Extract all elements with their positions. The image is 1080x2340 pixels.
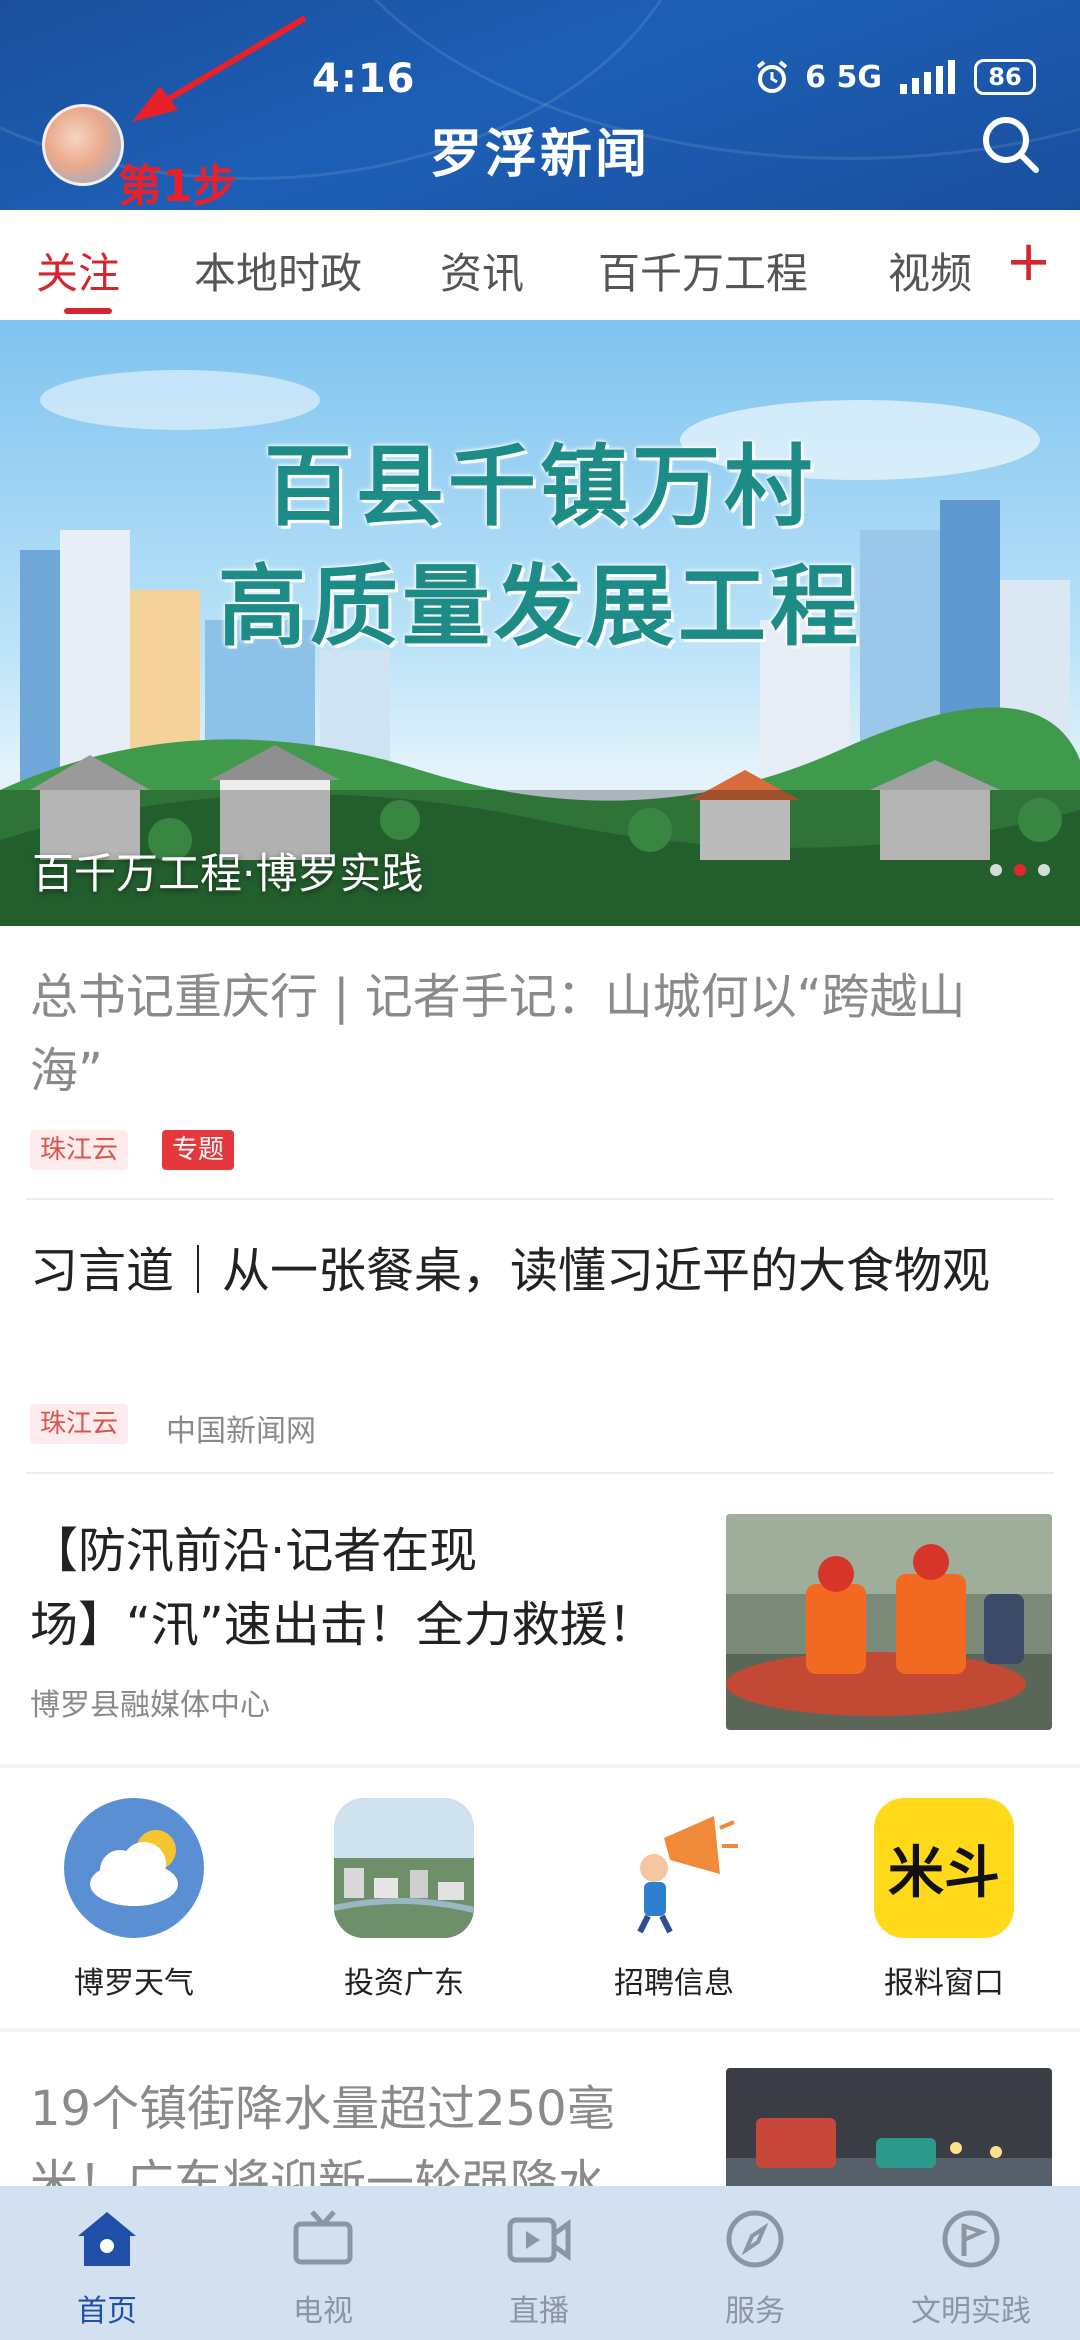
news-title[interactable]: 【防汛前沿·记者在现场】“汛”速出击！全力救援！ [30, 1514, 670, 1662]
search-icon[interactable] [978, 112, 1042, 176]
news-item[interactable]: 总书记重庆行 | 记者手记：山城何以“跨越山海” 珠江云 专题 [0, 926, 1080, 1200]
banner-subheadline: 高质量发展工程 [217, 555, 862, 658]
carousel-dots [990, 864, 1050, 876]
carousel-dot[interactable] [990, 864, 1002, 876]
service-report[interactable]: 米斗 报料窗口 [844, 1798, 1044, 2002]
battery-indicator: 86 [974, 59, 1036, 95]
nav-civilization[interactable]: 文明实践 [896, 2204, 1046, 2330]
carousel-dot[interactable] [1038, 864, 1050, 876]
status-time: 4:16 [312, 56, 416, 102]
app-header: 4:16 6 5G 86 第1步 罗浮新闻 [0, 0, 1080, 210]
status-icons: 6 5G 86 [753, 58, 1036, 96]
news-item[interactable]: 【防汛前沿·记者在现场】“汛”速出击！全力救援！ 博罗县融媒体中心 [0, 1474, 1080, 1764]
tab-project[interactable]: 百千万工程 [598, 240, 808, 301]
nav-service[interactable]: 服务 [680, 2204, 830, 2330]
service-weather[interactable]: 博罗天气 [34, 1798, 234, 2002]
news-item[interactable]: 19个镇街降水量超过250毫米！广东将迎新一轮强降水 [0, 2032, 1080, 2186]
weather-icon [64, 1798, 204, 1938]
service-invest[interactable]: 投资广东 [304, 1798, 504, 2002]
nav-label: 服务 [725, 2294, 785, 2329]
megaphone-icon [604, 1798, 744, 1938]
city-aerial-icon [334, 1798, 474, 1938]
service-label: 报料窗口 [884, 1966, 1004, 2001]
tab-local-politics[interactable]: 本地时政 [194, 240, 362, 301]
service-shortcuts: 博罗天气 投资广东 招聘信息 米斗 报料窗口 [0, 1768, 1080, 2028]
tv-icon [293, 2210, 353, 2265]
special-tag: 专题 [162, 1130, 235, 1170]
nav-label: 电视 [293, 2294, 353, 2329]
nav-label: 首页 [77, 2294, 137, 2329]
banner-headline: 百县千镇万村 [263, 435, 816, 538]
source-tag: 珠江云 [30, 1130, 129, 1170]
service-label: 招聘信息 [614, 1966, 734, 2001]
bottom-navigation: 首页 电视 直播 服务 文明实践 [0, 2186, 1080, 2340]
nav-label: 直播 [509, 2294, 569, 2329]
publisher: 中国新闻网 [166, 1414, 316, 1449]
home-icon [78, 2212, 136, 2266]
news-thumbnail-rain[interactable] [726, 2068, 1052, 2186]
banner-caption: 百千万工程·博罗实践 [32, 849, 424, 898]
news-item[interactable]: 习言道｜从一张餐桌，读懂习近平的大食物观 珠江云 中国新闻网 [0, 1200, 1080, 1474]
compass-icon [726, 2210, 784, 2268]
alarm-icon [756, 60, 788, 93]
service-label: 博罗天气 [74, 1966, 194, 2001]
nav-live[interactable]: 直播 [464, 2204, 614, 2330]
nav-label: 文明实践 [911, 2294, 1031, 2329]
tab-news[interactable]: 资讯 [440, 240, 524, 301]
carousel-dot-active[interactable] [1014, 864, 1026, 876]
service-jobs[interactable]: 招聘信息 [574, 1798, 774, 2002]
signal-bars-icon [900, 60, 955, 94]
flag-icon [942, 2210, 1000, 2268]
source-tag: 珠江云 [30, 1404, 129, 1444]
report-icon-text: 米斗 [888, 1840, 1000, 1906]
news-title[interactable]: 总书记重庆行 | 记者手记：山城何以“跨越山海” [30, 960, 1020, 1108]
publisher: 博罗县融媒体中心 [30, 1688, 270, 1723]
nav-tv[interactable]: 电视 [248, 2204, 398, 2330]
tab-video[interactable]: 视频 [888, 240, 972, 301]
channel-tabs: 关注 本地时政 资讯 百千万工程 视频 + [0, 210, 1080, 320]
tab-follow[interactable]: 关注 [36, 240, 120, 301]
report-icon: 米斗 [874, 1798, 1014, 1938]
live-icon [507, 2217, 571, 2263]
active-tab-indicator [64, 308, 112, 314]
app-title: 罗浮新闻 [429, 125, 650, 185]
add-channel-button[interactable]: + [1005, 234, 1052, 290]
news-thumbnail-rescue[interactable] [726, 1514, 1052, 1730]
nav-home[interactable]: 首页 [32, 2204, 182, 2330]
service-label: 投资广东 [344, 1966, 464, 2001]
news-title[interactable]: 习言道｜从一张餐桌，读懂习近平的大食物观 [30, 1234, 1020, 1308]
featured-banner[interactable]: 百县千镇万村 高质量发展工程 百千万工程·博罗实践 [0, 320, 1080, 926]
signal-text: 6 5G [805, 59, 882, 95]
news-title[interactable]: 19个镇街降水量超过250毫米！广东将迎新一轮强降水 [30, 2072, 670, 2186]
